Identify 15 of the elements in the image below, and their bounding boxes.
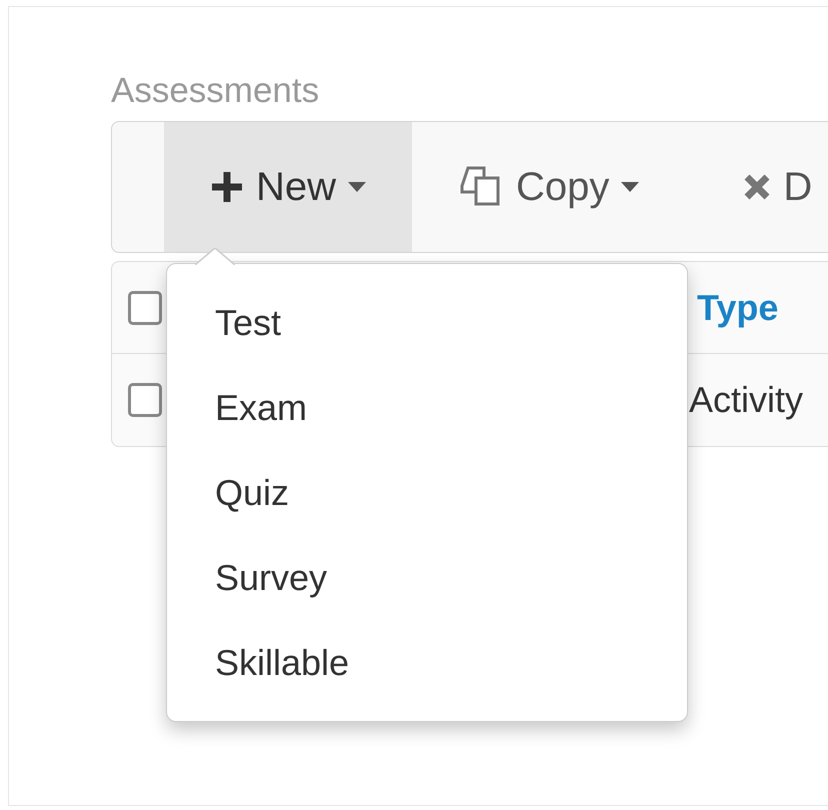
section-title: Assessments: [111, 70, 320, 112]
plus-icon: [210, 170, 244, 204]
menu-item[interactable]: Quiz: [167, 450, 687, 535]
menu-item[interactable]: Exam: [167, 365, 687, 450]
toolbar-button[interactable]: Copy: [412, 122, 686, 252]
menu-item[interactable]: Survey: [167, 535, 687, 620]
menu-item[interactable]: Test: [167, 280, 687, 365]
toolbar-button[interactable]: D: [685, 122, 812, 252]
close-icon: [743, 173, 772, 201]
checkbox[interactable]: [128, 383, 162, 417]
checkbox[interactable]: [128, 290, 162, 324]
column-header[interactable]: Type: [697, 280, 778, 334]
menu-item[interactable]: Skillable: [167, 620, 687, 705]
toolbar-button[interactable]: New: [164, 122, 412, 252]
table-cell-text: Activity: [689, 378, 804, 422]
